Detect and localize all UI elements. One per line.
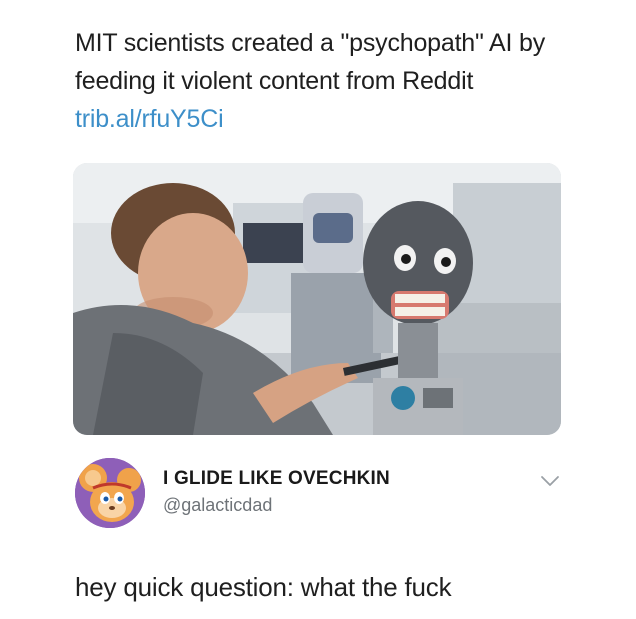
chevron-down-icon[interactable] — [540, 474, 560, 488]
reply-text: hey quick question: what the fuck — [75, 572, 452, 602]
robot-photo-illustration — [73, 163, 561, 435]
post-text: MIT scientists created a "psychopath" AI… — [75, 24, 575, 138]
cartoon-mouse-avatar-icon — [75, 458, 145, 528]
post-image[interactable] — [73, 163, 561, 435]
post-link[interactable]: trib.al/rfuY5Ci — [75, 105, 224, 133]
reply-display-name[interactable]: I GLIDE LIKE OVECHKIN — [163, 468, 390, 490]
post-headline: MIT scientists created a "psychopath" AI… — [75, 29, 546, 95]
reply-handle[interactable]: @galacticdad — [163, 495, 272, 516]
avatar[interactable] — [75, 458, 145, 528]
